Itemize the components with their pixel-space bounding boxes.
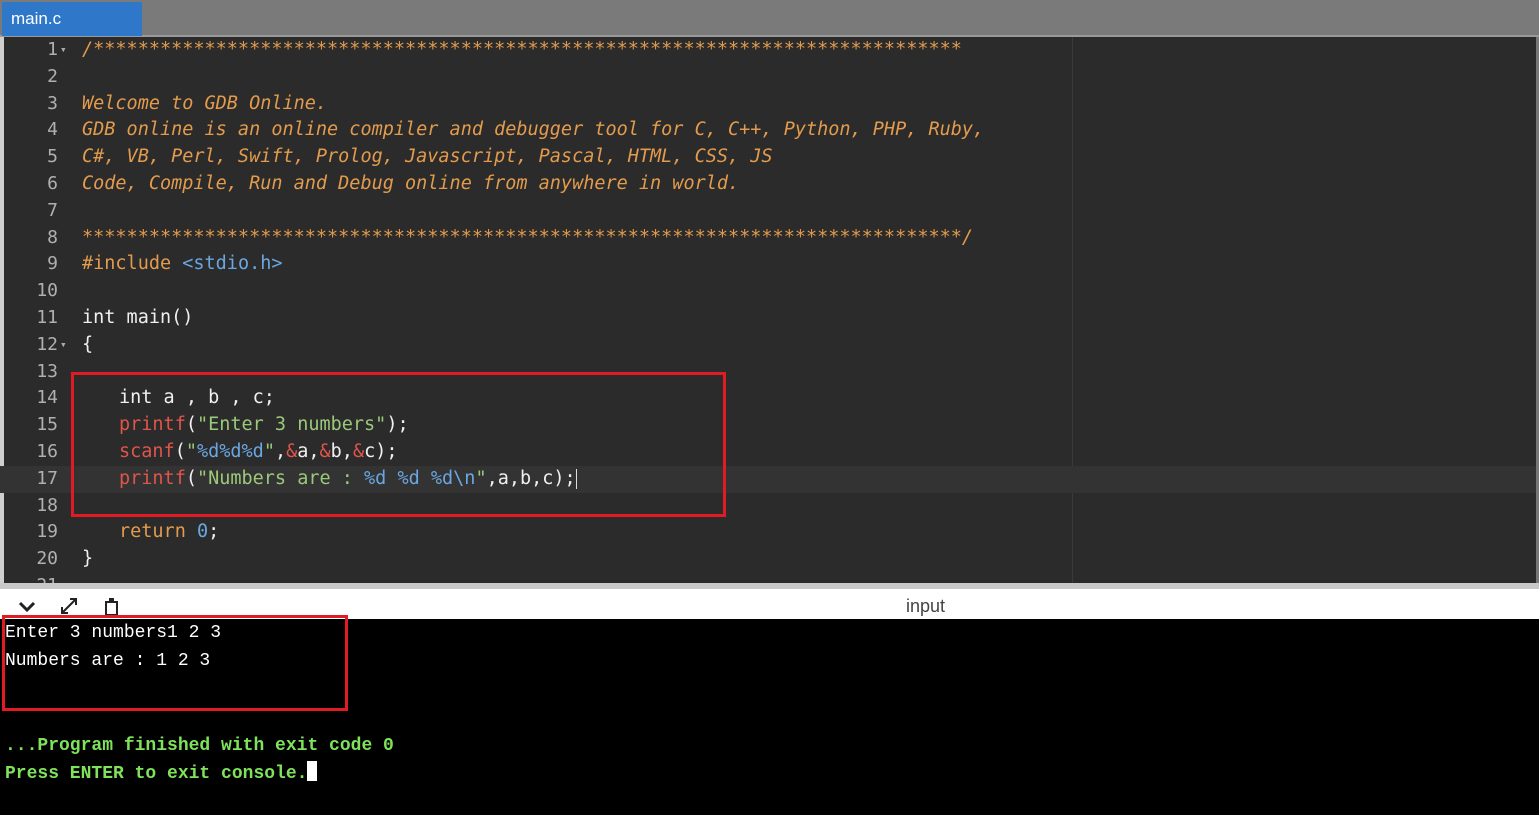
code-line: 2: [0, 64, 1536, 91]
code-line: 20 }: [0, 546, 1536, 573]
code-line: 6 Code, Compile, Run and Debug online fr…: [0, 171, 1536, 198]
console-cursor: [307, 761, 317, 781]
code-line: 4 GDB online is an online compiler and d…: [0, 117, 1536, 144]
code-highlight-box: [71, 372, 726, 517]
expand-icon[interactable]: [58, 595, 80, 617]
code-line: 3 Welcome to GDB Online.: [0, 91, 1536, 118]
console-exit-prompt: Press ENTER to exit console.: [5, 761, 317, 787]
code-line: 9 #include <stdio.h>: [0, 251, 1536, 278]
tab-main-c[interactable]: main.c: [2, 2, 142, 36]
code-line: 1 ▾ /***********************************…: [0, 37, 1536, 64]
code-line: 19 return 0;: [0, 519, 1536, 546]
code-line: 10: [0, 278, 1536, 305]
console-toolbar: input: [0, 583, 1539, 619]
tab-bar: main.c: [0, 0, 1539, 37]
fold-arrow-icon[interactable]: ▾: [60, 332, 67, 359]
console-input-label: input: [906, 595, 945, 617]
code-line: 5 C#, VB, Perl, Swift, Prolog, Javascrip…: [0, 144, 1536, 171]
code-line: 11 int main(): [0, 305, 1536, 332]
code-editor[interactable]: 1 ▾ /***********************************…: [0, 37, 1539, 583]
code-line: 7: [0, 198, 1536, 225]
console-output[interactable]: Enter 3 numbers1 2 3 Numbers are : 1 2 3…: [0, 619, 1539, 815]
code-line: 12 ▾ {: [0, 332, 1536, 359]
code-line: 21: [0, 573, 1536, 583]
output-highlight-box: [2, 615, 348, 711]
chevron-down-icon[interactable]: [16, 595, 38, 617]
code-line: 8 **************************************…: [0, 225, 1536, 252]
fold-arrow-icon[interactable]: ▾: [60, 37, 67, 64]
copy-icon[interactable]: [100, 595, 122, 617]
tab-label: main.c: [11, 9, 61, 28]
console-finished-message: ...Program finished with exit code 0: [5, 733, 394, 759]
